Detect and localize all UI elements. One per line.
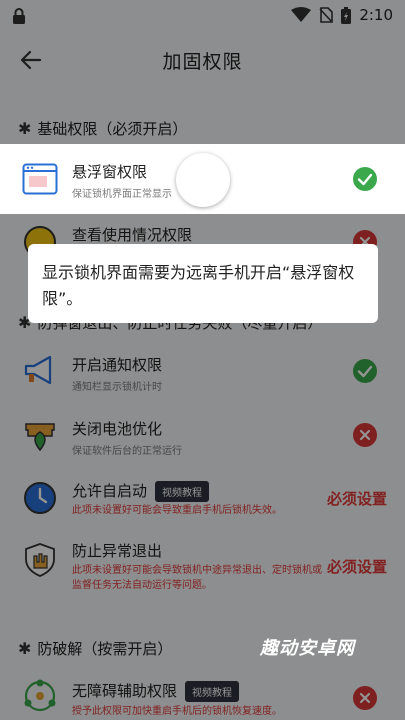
touch-indicator	[176, 153, 230, 207]
clock-icon	[24, 482, 56, 514]
must-set-button[interactable]: 必须设置	[327, 556, 387, 577]
wifi-icon	[291, 7, 312, 22]
hand-shield-icon	[25, 543, 55, 577]
permission-name: 允许自启动	[72, 482, 148, 500]
permission-name: 无障碍辅助权限	[72, 682, 178, 700]
clock: 2:10	[359, 6, 393, 24]
section-basic-title: 基础权限（必须开启）	[37, 120, 188, 138]
permission-name: 查看使用情况权限	[72, 226, 193, 244]
permission-desc: 保证锁机界面正常显示	[72, 189, 172, 200]
video-tutorial-button[interactable]: 视频教程	[155, 481, 210, 502]
megaphone-icon	[24, 355, 52, 385]
battery-icon	[341, 6, 352, 24]
permission-name: 关闭电池优化	[72, 420, 163, 438]
permission-name: 悬浮窗权限	[72, 163, 148, 181]
battery-leaf-icon	[25, 423, 55, 452]
permission-name-row: 允许自启动 视频教程	[72, 480, 210, 502]
video-tutorial-button[interactable]: 视频教程	[185, 681, 240, 702]
status-bar: 2:10	[0, 0, 405, 32]
accessibility-icon	[24, 679, 56, 712]
permission-item-autostart[interactable]: 允许自启动 视频教程 此项未设置好可能会导致重启手机后锁机失效。 必须设置	[0, 472, 405, 532]
permission-name-row: 无障碍辅助权限 视频教程	[72, 680, 240, 702]
permission-desc: 保证软件后台的正常运行	[72, 446, 182, 457]
must-set-button[interactable]: 必须设置	[327, 488, 387, 509]
guide-tooltip[interactable]: 显示锁机界面需要为远离手机开启“悬浮窗权限”。	[28, 244, 378, 323]
status-bad-icon	[353, 686, 377, 710]
permission-warning: 授予此权限可加快重启手机后的锁机恢复速度。	[72, 706, 282, 717]
permission-warning: 此项未设置好可能会导致重启手机后锁机失效。	[72, 505, 282, 516]
floating-window-icon	[22, 163, 58, 195]
watermark: 趣动安卓网	[260, 638, 355, 659]
permission-item-notify[interactable]: 开启通知权限 通知栏显示锁机计时	[0, 344, 405, 400]
permission-name: 开启通知权限	[72, 356, 163, 374]
status-bad-icon	[353, 423, 377, 447]
page-title: 加固权限	[162, 51, 243, 73]
app-bar: 加固权限	[0, 32, 405, 88]
permission-item-accessibility[interactable]: 无障碍辅助权限 视频教程 授予此权限可加快重启手机后的锁机恢复速度。	[0, 672, 405, 720]
status-ok-icon	[353, 359, 377, 383]
permission-desc: 通知栏显示锁机计时	[72, 382, 162, 393]
permission-warning: 此项未设置好可能会导致锁机中途异常退出、定时锁机或监督任务无法自动运行等问题。	[72, 565, 322, 591]
lock-icon	[13, 8, 25, 24]
section-basic: ✱ 基础权限（必须开启）	[18, 118, 187, 139]
permission-item-antiexit[interactable]: 防止异常退出 此项未设置好可能会导致锁机中途异常退出、定时锁机或监督任务无法自动…	[0, 538, 405, 604]
no-sim-icon	[319, 7, 334, 23]
section-anticrack: ✱ 防破解（按需开启）	[18, 638, 172, 659]
section-anticrack-title: 防破解（按需开启）	[37, 640, 173, 658]
status-ok-icon	[353, 167, 377, 191]
clover-icon: ✱	[18, 639, 32, 658]
permission-item-battery[interactable]: 关闭电池优化 保证软件后台的正常运行	[0, 408, 405, 464]
permission-name: 防止异常退出	[72, 542, 163, 560]
clover-icon: ✱	[18, 119, 32, 138]
